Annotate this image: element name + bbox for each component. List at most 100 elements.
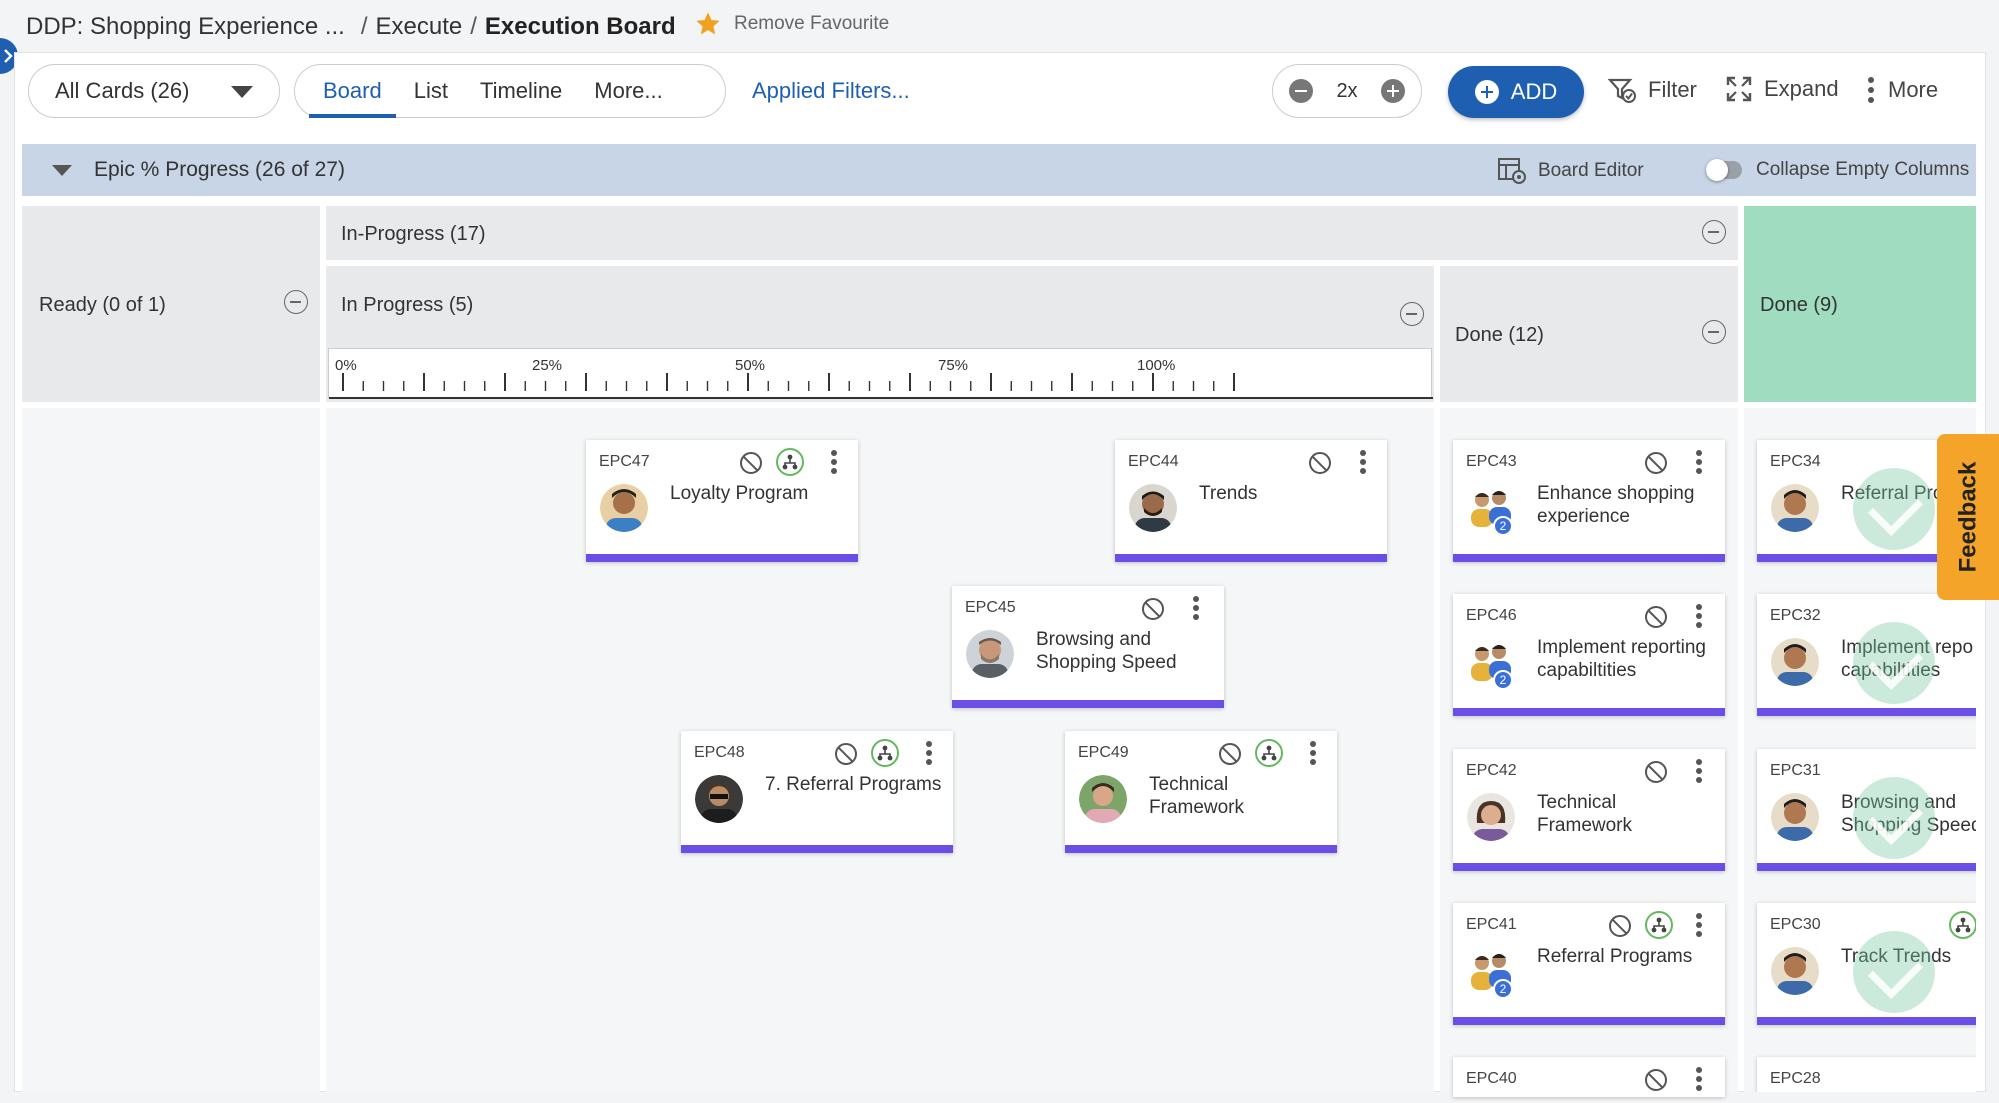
column-title-done-group: Done (12) [1455,324,1544,346]
collapse-column-icon[interactable] [284,290,308,314]
dependency-icon[interactable] [1645,911,1673,939]
breadcrumb-project[interactable]: DDP: Shopping Experience ... [26,13,345,41]
applied-filters-link[interactable]: Applied Filters... [752,78,910,104]
avatar [1771,638,1819,686]
blocked-icon[interactable] [1142,598,1164,620]
card-id: EPC30 [1770,916,1821,933]
card-menu-icon[interactable] [1695,913,1703,937]
epic-card[interactable]: EPC41 2 Referral Programs [1453,903,1725,1025]
tab-more[interactable]: More... [594,64,662,118]
column-header-ready: Ready (0 of 1) [22,206,320,402]
column-header-done: Done (9) [1744,206,1976,402]
collapse-empty-columns-toggle[interactable] [1706,159,1742,181]
epic-card[interactable]: EPC28 [1757,1057,1976,1092]
card-progress-bar [1453,1017,1725,1025]
avatar [1079,775,1127,823]
tab-board[interactable]: Board [309,64,396,118]
collapse-column-icon[interactable] [1400,302,1424,326]
epic-card[interactable]: EPC45 Browsing and Shopping Speed [952,586,1224,708]
dependency-icon[interactable] [871,739,899,767]
plus-circle-icon [1474,80,1499,104]
dependency-icon[interactable] [1255,739,1283,767]
epic-card[interactable]: EPC49 Technical Framework [1065,731,1337,853]
epic-progress-title: Epic % Progress (26 of 27) [94,158,345,181]
card-title: Technical Framework [1537,792,1633,836]
card-menu-icon[interactable] [1695,1067,1703,1091]
blocked-icon[interactable] [740,452,762,474]
epic-card[interactable]: EPC32 Implement repo capabiltities [1757,594,1976,716]
blocked-icon[interactable] [835,743,857,765]
card-title: Implement reporting capabiltities [1537,637,1706,681]
epic-card[interactable]: EPC46 2 Implement reporting capabiltitie… [1453,594,1725,716]
epic-card[interactable]: EPC47 Loyalty Program [586,440,858,562]
feedback-tab[interactable]: Feedback [1937,434,1999,600]
zoom-out-icon[interactable] [1289,79,1313,103]
expand-button[interactable]: Expand [1726,76,1839,102]
avatar [1129,484,1177,532]
epic-card[interactable]: EPC31 Browsing and Shopping Speed [1757,749,1976,871]
filter-button[interactable]: Filter [1608,76,1697,104]
card-id: EPC41 [1466,916,1517,933]
tab-list[interactable]: List [414,64,448,118]
expand-label: Expand [1764,76,1839,101]
epic-card[interactable]: EPC43 2 Enhance shopping experience [1453,440,1725,562]
add-label: ADD [1510,79,1558,104]
card-title: Technical Framework [1149,774,1245,818]
epic-card[interactable]: EPC44 Trends [1115,440,1387,562]
card-menu-icon[interactable] [925,741,933,765]
zoom-control: 2x [1272,64,1422,118]
epic-card[interactable]: EPC30 Track Trends [1757,903,1976,1025]
zoom-in-icon[interactable] [1381,79,1405,103]
blocked-icon[interactable] [1645,606,1667,628]
card-id: EPC45 [965,599,1016,616]
more-button[interactable]: More [1866,76,1938,104]
card-title: Referral Programs [1537,946,1693,967]
card-menu-icon[interactable] [1695,759,1703,783]
tab-timeline[interactable]: Timeline [480,64,562,118]
dependency-icon[interactable] [776,448,804,476]
card-id: EPC47 [599,453,650,470]
epic-card[interactable]: EPC42 Technical Framework [1453,749,1725,871]
card-title: Loyalty Program [670,483,809,504]
board-editor-icon [1498,158,1526,184]
card-title: Browsing and Shopping Speed [1036,629,1177,673]
blocked-icon[interactable] [1609,915,1631,937]
card-menu-icon[interactable] [1695,450,1703,474]
blocked-icon[interactable] [1309,452,1331,474]
all-cards-label: All Cards (26) [55,78,190,103]
remove-favourite-button[interactable]: Remove Favourite [694,10,889,38]
collapse-column-icon[interactable] [1702,320,1726,344]
card-menu-icon[interactable] [1309,741,1317,765]
card-progress-bar [1453,708,1725,716]
card-menu-icon[interactable] [1192,596,1200,620]
card-id: EPC46 [1466,607,1517,624]
card-menu-icon[interactable] [1359,450,1367,474]
card-id: EPC44 [1128,453,1179,470]
avatar [1771,793,1819,841]
avatar [1771,484,1819,532]
blocked-icon[interactable] [1645,1069,1667,1091]
filter-icon [1608,78,1636,103]
blocked-icon[interactable] [1219,743,1241,765]
epic-card[interactable]: EPC40 [1453,1057,1725,1097]
blocked-icon[interactable] [1645,761,1667,783]
epic-card[interactable]: EPC48 7. Referral Programs [681,731,953,853]
breadcrumb-execute[interactable]: Execute [376,13,463,41]
team-count-badge: 2 [1493,979,1513,999]
card-title: 7. Referral Programs [765,774,942,795]
card-menu-icon[interactable] [830,450,838,474]
dependency-icon[interactable] [1949,911,1976,939]
collapse-caret-icon[interactable] [52,164,72,176]
board-editor-button[interactable]: Board Editor [1498,158,1644,184]
star-icon [696,12,720,35]
collapse-group-icon[interactable] [1702,220,1726,244]
avatar [600,484,648,532]
column-group-in-progress: In-Progress (17) [326,206,1738,260]
add-button[interactable]: ADD [1448,66,1584,118]
card-id: EPC32 [1770,607,1821,624]
card-menu-icon[interactable] [1695,604,1703,628]
all-cards-dropdown[interactable]: All Cards (26) [28,64,280,118]
blocked-icon[interactable] [1645,452,1667,474]
zoom-level: 2x [1336,79,1358,102]
card-progress-bar [1757,863,1976,871]
